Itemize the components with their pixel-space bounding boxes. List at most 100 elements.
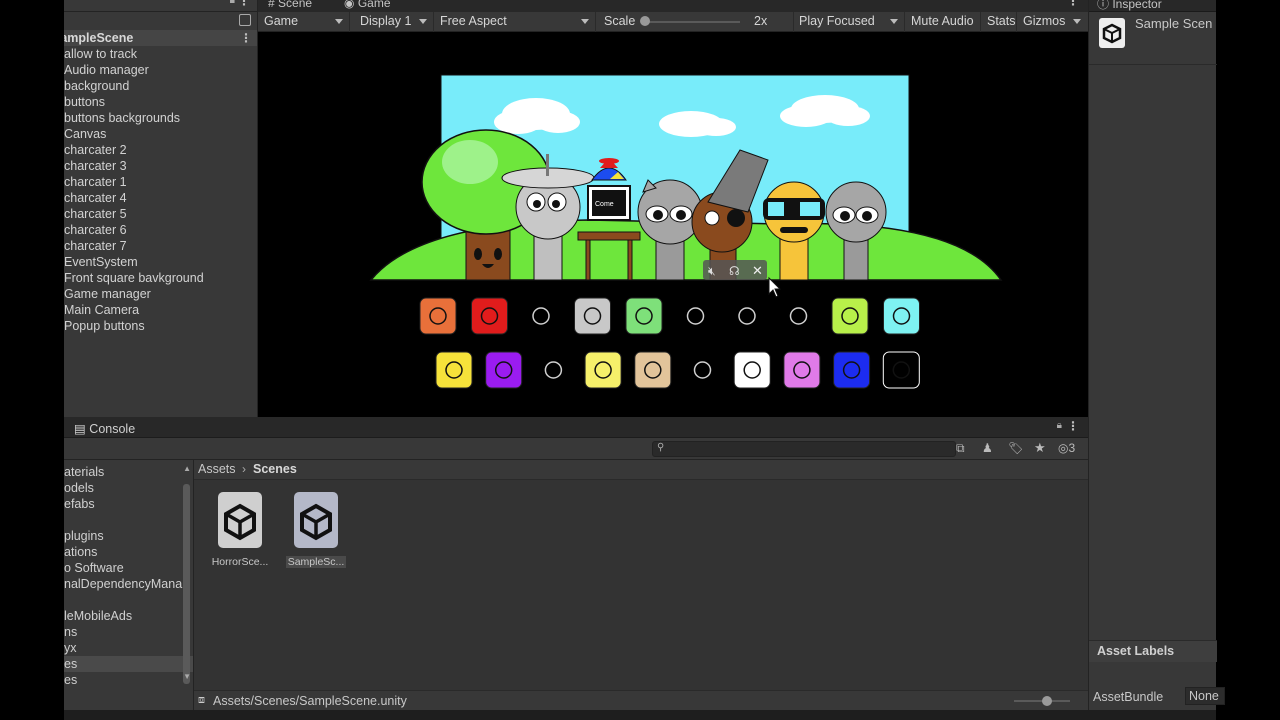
lock-icon[interactable]: 🔒︎ bbox=[1057, 420, 1062, 431]
hierarchy-item[interactable]: EventSystem bbox=[64, 254, 257, 270]
inspector-divider bbox=[1089, 64, 1217, 65]
game-mode-dropdown[interactable]: Game bbox=[258, 12, 350, 32]
scene-menu-icon[interactable]: ⋮ bbox=[240, 31, 252, 45]
close-icon[interactable]: ✕ bbox=[752, 264, 763, 279]
icon-size-slider-handle[interactable] bbox=[1042, 696, 1052, 706]
sound-button[interactable] bbox=[435, 351, 473, 389]
scroll-up-icon[interactable]: ▲ bbox=[183, 464, 191, 473]
asset-bundle-dropdown[interactable]: None bbox=[1185, 687, 1225, 705]
sound-button[interactable] bbox=[882, 351, 920, 389]
tab-console[interactable]: ▤ Console bbox=[74, 421, 135, 436]
sound-button[interactable] bbox=[419, 297, 457, 335]
hierarchy-search-row bbox=[64, 12, 257, 30]
search-by-type-icon[interactable] bbox=[239, 14, 251, 26]
tab-scene[interactable]: # Scene bbox=[268, 0, 312, 12]
sound-button[interactable] bbox=[522, 297, 560, 335]
hierarchy-item[interactable]: charcater 2 bbox=[64, 142, 257, 158]
hierarchy-item[interactable]: buttons bbox=[64, 94, 257, 110]
sound-button[interactable] bbox=[883, 297, 920, 335]
hierarchy-item[interactable]: Main Camera bbox=[64, 302, 257, 318]
display-dropdown[interactable]: Display 1 bbox=[354, 12, 434, 32]
sound-button[interactable] bbox=[733, 351, 771, 389]
hierarchy-item[interactable]: Popup buttons bbox=[64, 318, 257, 334]
asset-labels-header[interactable]: Asset Labels bbox=[1089, 640, 1217, 662]
sound-button[interactable] bbox=[485, 351, 523, 389]
play-mode-dropdown[interactable]: Play Focused bbox=[793, 12, 905, 32]
asset-path: Assets/Scenes/SampleScene.unity bbox=[213, 694, 407, 708]
hierarchy-item[interactable]: Audio manager bbox=[64, 62, 257, 78]
search-by-type-icon[interactable]: ⧉ bbox=[956, 441, 965, 456]
folder-item[interactable]: efabs bbox=[64, 496, 193, 512]
sound-button[interactable] bbox=[831, 297, 869, 335]
game-view[interactable]: Come 🔇︎ ☊ ✕ bbox=[258, 32, 1088, 417]
sound-button[interactable] bbox=[471, 297, 508, 335]
hierarchy-item[interactable]: background bbox=[64, 78, 257, 94]
scale-slider-handle[interactable] bbox=[640, 16, 650, 26]
view-menu-icon[interactable]: ⋮ bbox=[1067, 0, 1079, 8]
sound-button[interactable] bbox=[634, 351, 672, 389]
folder-scrollbar[interactable] bbox=[183, 484, 190, 684]
hidden-packages-toggle[interactable]: ◎3 bbox=[1058, 441, 1075, 455]
folder-item[interactable]: ns bbox=[64, 624, 193, 640]
scroll-down-icon[interactable]: ▼ bbox=[183, 672, 191, 681]
hierarchy-item[interactable]: Game manager bbox=[64, 286, 257, 302]
hierarchy-item[interactable]: allow to track bbox=[64, 46, 257, 62]
folder-item[interactable]: es bbox=[64, 672, 193, 688]
breadcrumb-root[interactable]: Assets bbox=[198, 462, 236, 476]
hierarchy-menu-icon[interactable]: ⋮ bbox=[238, 0, 250, 8]
folder-item[interactable]: ations bbox=[64, 544, 193, 560]
sound-button[interactable] bbox=[684, 351, 721, 389]
hierarchy-item[interactable]: charcater 3 bbox=[64, 158, 257, 174]
sound-button[interactable] bbox=[780, 297, 817, 335]
folder-item[interactable] bbox=[64, 512, 193, 528]
sound-button[interactable] bbox=[677, 297, 714, 335]
asset-item[interactable]: SampleSc... bbox=[286, 490, 346, 568]
gizmos-dropdown[interactable]: Gizmos bbox=[1017, 12, 1087, 32]
hierarchy-item[interactable]: charcater 6 bbox=[64, 222, 257, 238]
hierarchy-item[interactable]: charcater 1 bbox=[64, 174, 257, 190]
project-search-input[interactable]: ⚲ bbox=[652, 441, 956, 457]
folder-item[interactable] bbox=[64, 592, 193, 608]
hierarchy-item[interactable]: Canvas bbox=[64, 126, 257, 142]
overlay-controls[interactable]: 🔇︎ ☊ ✕ bbox=[703, 260, 767, 280]
scale-control[interactable]: Scale 2x bbox=[598, 12, 794, 32]
folder-item[interactable]: plugins bbox=[64, 528, 193, 544]
mute-icon[interactable]: 🔇︎ bbox=[708, 264, 716, 278]
sound-button[interactable] bbox=[574, 297, 611, 335]
headphones-icon[interactable]: ☊ bbox=[729, 264, 740, 278]
label-icon[interactable]: 🏷︎ bbox=[1008, 441, 1023, 455]
folder-item[interactable]: o Software bbox=[64, 560, 193, 576]
scene-root-row[interactable]: SampleScene ⋮ bbox=[64, 30, 257, 46]
folder-item[interactable]: leMobileAds bbox=[64, 608, 193, 624]
folder-item[interactable]: nalDependencyMana bbox=[64, 576, 193, 592]
sound-button[interactable] bbox=[625, 297, 663, 335]
tab-inspector[interactable]: ⓘ Inspector bbox=[1097, 0, 1162, 12]
hierarchy-item[interactable]: charcater 7 bbox=[64, 238, 257, 254]
filter-by-type-icon[interactable]: ♟ bbox=[982, 441, 993, 455]
tab-game[interactable]: ◉ Game bbox=[344, 0, 391, 12]
sound-button[interactable] bbox=[534, 351, 572, 389]
hierarchy-item[interactable]: charcater 5 bbox=[64, 206, 257, 222]
aspect-dropdown[interactable]: Free Aspect bbox=[434, 12, 596, 32]
scene-file-icon: ⧈ bbox=[198, 694, 205, 706]
sound-button[interactable] bbox=[833, 351, 871, 389]
folder-item[interactable]: odels bbox=[64, 480, 193, 496]
breadcrumb-current[interactable]: Scenes bbox=[253, 462, 297, 476]
sound-button[interactable] bbox=[728, 297, 766, 335]
sound-button[interactable] bbox=[584, 351, 622, 389]
sound-button[interactable] bbox=[783, 351, 821, 389]
hierarchy-item[interactable]: Front square bavkground bbox=[64, 270, 257, 286]
lock-icon[interactable]: 🔒︎ bbox=[230, 0, 235, 6]
mute-audio-toggle[interactable]: Mute Audio bbox=[905, 12, 981, 32]
stats-toggle[interactable]: Stats bbox=[981, 12, 1017, 32]
bottom-menu-icon[interactable]: ⋮ bbox=[1067, 419, 1079, 433]
favorite-star-icon[interactable]: ★ bbox=[1034, 440, 1046, 456]
hierarchy-item[interactable]: buttons backgrounds bbox=[64, 110, 257, 126]
scale-slider-track[interactable] bbox=[644, 21, 740, 23]
game-canvas[interactable]: Come 🔇︎ ☊ ✕ bbox=[258, 32, 1088, 417]
folder-item[interactable]: yx bbox=[64, 640, 193, 656]
folder-item[interactable]: es bbox=[64, 656, 193, 672]
hierarchy-item[interactable]: charcater 4 bbox=[64, 190, 257, 206]
asset-item[interactable]: HorrorSce... bbox=[210, 490, 270, 568]
folder-item[interactable]: aterials bbox=[64, 464, 193, 480]
